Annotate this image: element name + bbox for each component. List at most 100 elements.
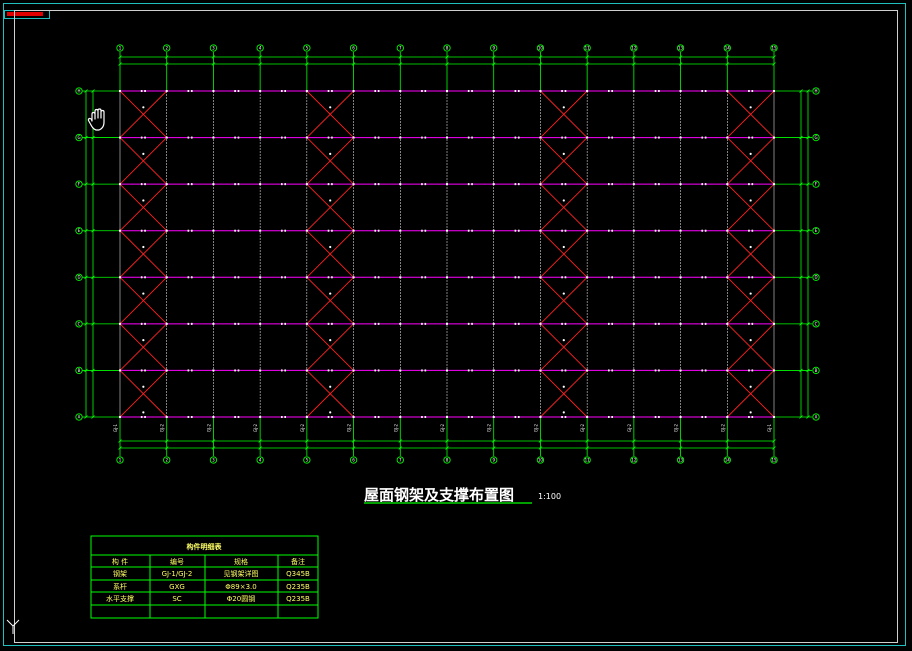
- pan-hand-cursor-icon: [87, 108, 105, 131]
- node-mark: [773, 369, 775, 372]
- frame-mark-label: GJ-2: [160, 423, 165, 432]
- node-mark: [259, 416, 262, 418]
- purlin-tie-mark: [234, 183, 236, 186]
- purlin-tie-mark: [608, 276, 610, 279]
- brace-node-mark: [749, 292, 752, 295]
- row-axis-bubble-label: B: [78, 368, 81, 373]
- node-mark: [212, 90, 215, 92]
- node-mark: [399, 136, 402, 139]
- node-mark: [352, 322, 355, 325]
- column-axis-bubble-label: 14: [725, 45, 731, 50]
- purlin-tie-mark: [514, 136, 517, 139]
- row-axis-bubble-label: G: [77, 135, 80, 140]
- cad-viewport[interactable]: 1 1 2 2 3 3 4 4 5 5 6 6 7 7 8 8 9 9 10 10 11 11 12 12 13 13 14 14 15…: [0, 0, 912, 651]
- node-mark: [305, 229, 308, 232]
- brace-node-mark: [329, 106, 332, 109]
- node-mark: [446, 416, 448, 418]
- node-mark: [119, 322, 121, 325]
- purlin-tie-mark: [564, 322, 567, 325]
- purlin-tie-mark: [608, 416, 610, 418]
- purlin-tie-mark: [140, 90, 143, 92]
- purlin-tie-mark: [284, 136, 286, 139]
- purlin-tie-mark: [658, 416, 660, 418]
- brace-node-mark: [749, 339, 752, 342]
- node-mark: [305, 322, 308, 325]
- node-mark: [586, 369, 589, 372]
- node-mark: [212, 183, 215, 186]
- node-mark: [539, 183, 542, 186]
- node-mark: [726, 416, 729, 418]
- purlin-tie-mark: [281, 183, 283, 186]
- purlin-tie-mark: [424, 276, 427, 279]
- drawing-title: 屋面钢架及支撑布置图: [364, 486, 514, 504]
- node-mark: [212, 322, 215, 325]
- node-mark: [305, 276, 308, 279]
- brace-node-mark: [329, 292, 332, 295]
- brace-node-mark: [142, 106, 145, 109]
- purlin-tie-mark: [701, 183, 704, 186]
- purlin-tie-mark: [658, 322, 660, 325]
- column-axis-bubble-label: 4: [259, 457, 262, 462]
- node-mark: [259, 90, 262, 92]
- purlin-tie-mark: [144, 416, 146, 418]
- purlin-tie-mark: [467, 183, 470, 186]
- node-mark: [305, 369, 308, 372]
- brace-node-mark: [142, 385, 145, 388]
- purlin-tie-mark: [471, 90, 473, 92]
- node-mark: [259, 322, 262, 325]
- purlin-tie-mark: [701, 229, 704, 232]
- purlin-tie-mark: [331, 136, 333, 139]
- brace-node-mark: [329, 199, 332, 202]
- node-mark: [165, 369, 168, 372]
- frame-mark-label: GJ-2: [393, 423, 398, 432]
- purlin-tie-mark: [611, 183, 613, 186]
- purlin-tie-mark: [748, 90, 750, 92]
- purlin-tie-mark: [611, 136, 613, 139]
- purlin-tie-mark: [421, 322, 423, 325]
- brace-node-mark: [562, 339, 565, 342]
- purlin-tie-mark: [658, 369, 660, 372]
- purlin-tie-mark: [471, 229, 473, 232]
- purlin-tie-mark: [284, 229, 286, 232]
- node-mark: [632, 276, 635, 279]
- purlin-tie-mark: [751, 229, 754, 232]
- purlin-tie-mark: [377, 229, 380, 232]
- frame-mark-label: GJ-2: [300, 423, 305, 432]
- purlin-tie-mark: [561, 229, 563, 232]
- purlin-tie-mark: [611, 229, 613, 232]
- purlin-tie-mark: [421, 229, 423, 232]
- brace-node-mark: [142, 411, 145, 414]
- purlin-tie-mark: [331, 90, 333, 92]
- node-mark: [305, 416, 308, 418]
- column-axis-bubble-label: 13: [678, 457, 684, 462]
- purlin-tie-mark: [144, 322, 146, 325]
- row-axis-bubble-label: C: [78, 321, 81, 326]
- purlin-tie-mark: [377, 183, 380, 186]
- purlin-tie-mark: [701, 416, 704, 418]
- purlin-tie-mark: [187, 183, 190, 186]
- frame-mark-label: GJ-2: [347, 423, 352, 432]
- purlin-tie-mark: [517, 229, 520, 232]
- purlin-tie-mark: [561, 322, 563, 325]
- dimension-layer: [84, 55, 810, 450]
- node-mark: [679, 183, 682, 186]
- node-mark: [305, 183, 308, 186]
- purlin-tie-mark: [374, 183, 377, 186]
- node-mark: [586, 183, 589, 186]
- node-mark: [446, 276, 448, 279]
- purlin-tie-mark: [561, 369, 563, 372]
- node-mark: [539, 90, 542, 92]
- node-mark: [212, 276, 215, 279]
- purlin-tie-mark: [751, 276, 754, 279]
- purlin-tie-mark: [748, 369, 750, 372]
- brace-node-mark: [749, 199, 752, 202]
- node-mark: [119, 369, 121, 372]
- purlin-tie-mark: [608, 322, 610, 325]
- purlin-tie-mark: [561, 183, 563, 186]
- row-axis-bubble-label: D: [814, 275, 817, 280]
- table-cell: Q235B: [286, 583, 310, 591]
- roof-plan-drawing: 1122334455667788991010111112121313141415…: [75, 44, 820, 619]
- node-mark: [586, 322, 589, 325]
- brace-node-mark: [749, 411, 752, 414]
- purlin-tie-mark: [704, 322, 707, 325]
